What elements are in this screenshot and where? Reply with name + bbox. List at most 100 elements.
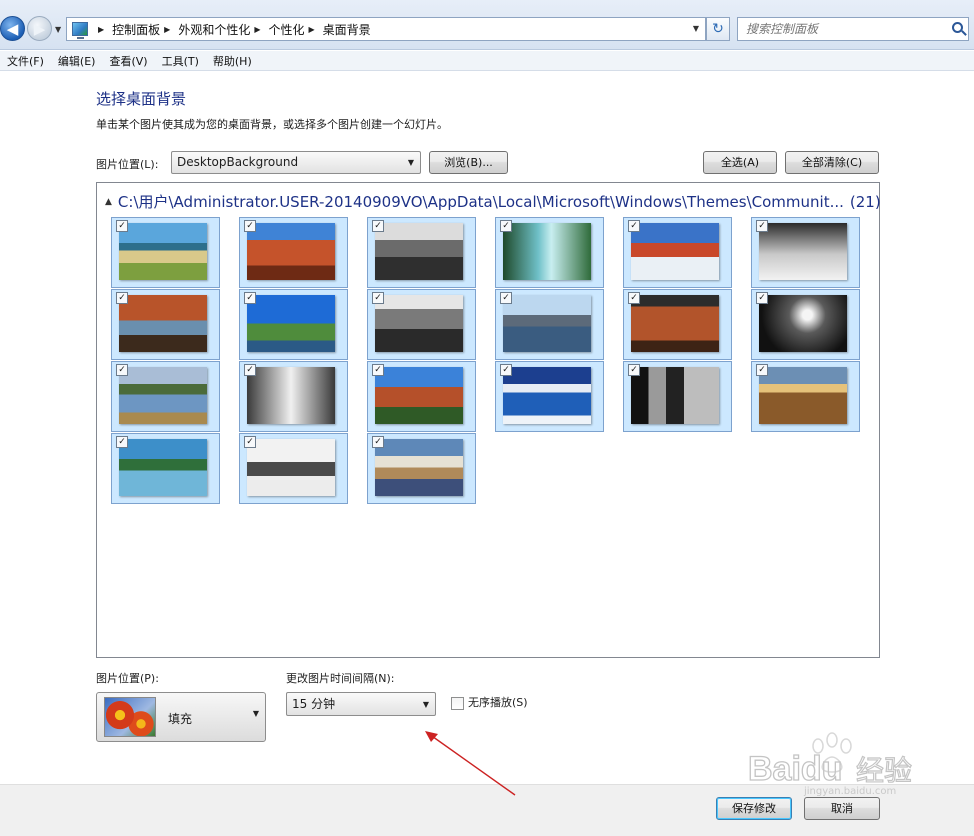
breadcrumb[interactable]: ▶ 控制面板 ▶ 外观和个性化 ▶ 个性化 ▶ 桌面背景 ▼: [66, 17, 706, 41]
thumbnail-item[interactable]: ✓: [623, 361, 732, 432]
breadcrumb-item-control-panel[interactable]: 控制面板 ▶: [112, 21, 178, 38]
thumbnail-checkbox[interactable]: ✓: [756, 220, 768, 232]
thumbnail-image[interactable]: [247, 295, 335, 352]
thumbnail-checkbox[interactable]: ✓: [372, 220, 384, 232]
thumbnail-item[interactable]: ✓: [623, 289, 732, 360]
thumbnail-item[interactable]: ✓: [367, 289, 476, 360]
thumbnail-checkbox[interactable]: ✓: [628, 220, 640, 232]
menu-view[interactable]: 查看(V): [102, 53, 154, 69]
thumbnail-item[interactable]: ✓: [239, 361, 348, 432]
thumbnail-item[interactable]: ✓: [239, 433, 348, 504]
thumbnail-item[interactable]: ✓: [239, 289, 348, 360]
thumbnail-checkbox[interactable]: ✓: [756, 364, 768, 376]
shuffle-checkbox[interactable]: [451, 697, 464, 710]
thumbnail-checkbox[interactable]: ✓: [500, 220, 512, 232]
thumbnail-image[interactable]: [759, 223, 847, 280]
breadcrumb-chevron-icon[interactable]: ▶: [164, 25, 170, 34]
picture-location-select[interactable]: DesktopBackground ▼: [171, 151, 421, 174]
thumbnail-item[interactable]: ✓: [623, 217, 732, 288]
collapse-icon[interactable]: ▲: [105, 197, 112, 207]
thumbnail-item[interactable]: ✓: [495, 217, 604, 288]
refresh-button[interactable]: ↻: [706, 17, 730, 41]
breadcrumb-separator[interactable]: ▶: [94, 25, 112, 34]
interval-select[interactable]: 15 分钟 ▼: [286, 692, 436, 716]
search-box[interactable]: [737, 17, 969, 41]
thumbnail-image[interactable]: [503, 295, 591, 352]
browse-button[interactable]: 浏览(B)...: [429, 151, 508, 174]
thumbnail-checkbox[interactable]: ✓: [244, 436, 256, 448]
thumbnail-item[interactable]: ✓: [367, 433, 476, 504]
save-changes-button[interactable]: 保存修改: [716, 797, 792, 820]
thumbnail-image[interactable]: [503, 223, 591, 280]
thumbnail-item[interactable]: ✓: [111, 289, 220, 360]
thumbnail-item[interactable]: ✓: [111, 433, 220, 504]
picture-gallery[interactable]: ▲ C:\用户\Administrator.USER-20140909VO\Ap…: [96, 182, 881, 658]
thumbnail-item[interactable]: ✓: [751, 289, 860, 360]
picture-position-dropdown[interactable]: 填充 ▼: [96, 692, 266, 742]
thumbnail-checkbox[interactable]: ✓: [628, 364, 640, 376]
thumbnail-item[interactable]: ✓: [367, 217, 476, 288]
thumbnail-checkbox[interactable]: ✓: [116, 292, 128, 304]
cancel-button[interactable]: 取消: [804, 797, 880, 820]
thumbnail-image[interactable]: [631, 367, 719, 424]
breadcrumb-item-desktop-background[interactable]: 桌面背景: [323, 21, 371, 38]
select-all-button[interactable]: 全选(A): [703, 151, 777, 174]
thumbnail-checkbox[interactable]: ✓: [244, 220, 256, 232]
interval-value: 15 分钟: [292, 697, 336, 711]
thumbnail-checkbox[interactable]: ✓: [500, 292, 512, 304]
shuffle-label[interactable]: 无序播放(S): [468, 694, 528, 710]
thumbnail-item[interactable]: ✓: [111, 361, 220, 432]
search-icon[interactable]: [952, 22, 963, 33]
thumbnail-image[interactable]: [759, 367, 847, 424]
thumbnail-checkbox[interactable]: ✓: [116, 436, 128, 448]
thumbnail-image[interactable]: [247, 439, 335, 496]
thumbnail-image[interactable]: [247, 223, 335, 280]
thumbnail-image[interactable]: [247, 367, 335, 424]
thumbnail-image[interactable]: [631, 295, 719, 352]
forward-button[interactable]: ▶: [27, 16, 52, 41]
thumbnail-image[interactable]: [119, 295, 207, 352]
menu-file[interactable]: 文件(F): [0, 53, 51, 69]
thumbnail-image[interactable]: [375, 367, 463, 424]
thumbnail-checkbox[interactable]: ✓: [116, 364, 128, 376]
thumbnail-checkbox[interactable]: ✓: [244, 292, 256, 304]
thumbnail-image[interactable]: [631, 223, 719, 280]
thumbnail-item[interactable]: ✓: [495, 361, 604, 432]
thumbnail-checkbox[interactable]: ✓: [756, 292, 768, 304]
breadcrumb-chevron-icon[interactable]: ▶: [309, 25, 315, 34]
clear-all-button[interactable]: 全部清除(C): [785, 151, 879, 174]
thumbnail-checkbox[interactable]: ✓: [500, 364, 512, 376]
menu-help[interactable]: 帮助(H): [206, 53, 259, 69]
breadcrumb-item-appearance[interactable]: 外观和个性化 ▶: [178, 21, 268, 38]
thumbnail-checkbox[interactable]: ✓: [244, 364, 256, 376]
thumbnail-image[interactable]: [119, 367, 207, 424]
menu-tools[interactable]: 工具(T): [155, 53, 206, 69]
thumbnail-checkbox[interactable]: ✓: [116, 220, 128, 232]
thumbnail-checkbox[interactable]: ✓: [628, 292, 640, 304]
thumbnail-checkbox[interactable]: ✓: [372, 436, 384, 448]
thumbnail-image[interactable]: [119, 439, 207, 496]
back-button[interactable]: ◀: [0, 16, 25, 41]
gallery-group-header[interactable]: ▲ C:\用户\Administrator.USER-20140909VO\Ap…: [105, 191, 881, 212]
thumbnail-item[interactable]: ✓: [111, 217, 220, 288]
thumbnail-checkbox[interactable]: ✓: [372, 292, 384, 304]
recent-pages-dropdown[interactable]: ▼: [55, 25, 61, 34]
thumbnail-image[interactable]: [375, 223, 463, 280]
breadcrumb-chevron-icon[interactable]: ▶: [254, 25, 260, 34]
thumbnail-image[interactable]: [119, 223, 207, 280]
thumbnail-image[interactable]: [375, 439, 463, 496]
group-path: C:\用户\Administrator.USER-20140909VO\AppD…: [117, 193, 844, 211]
menu-edit[interactable]: 编辑(E): [51, 53, 103, 69]
thumbnail-item[interactable]: ✓: [239, 217, 348, 288]
address-history-dropdown[interactable]: ▼: [693, 24, 699, 33]
thumbnail-item[interactable]: ✓: [751, 361, 860, 432]
thumbnail-image[interactable]: [375, 295, 463, 352]
thumbnail-item[interactable]: ✓: [367, 361, 476, 432]
search-input[interactable]: [738, 18, 938, 40]
thumbnail-item[interactable]: ✓: [495, 289, 604, 360]
thumbnail-image[interactable]: [759, 295, 847, 352]
thumbnail-item[interactable]: ✓: [751, 217, 860, 288]
thumbnail-checkbox[interactable]: ✓: [372, 364, 384, 376]
thumbnail-image[interactable]: [503, 367, 591, 424]
breadcrumb-item-personalization[interactable]: 个性化 ▶: [269, 21, 323, 38]
